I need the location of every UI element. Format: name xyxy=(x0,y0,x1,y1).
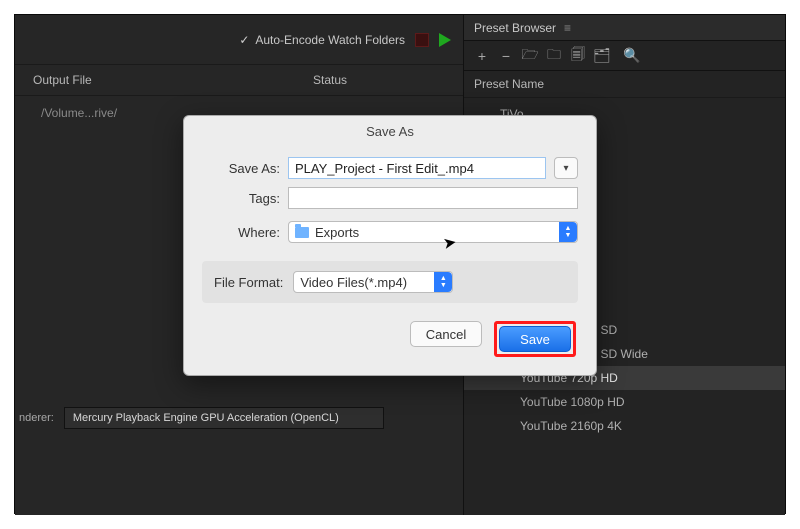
save-button[interactable]: Save xyxy=(499,326,571,352)
renderer-label: nderer: xyxy=(19,412,54,424)
save-as-dialog: Save As Save As: ▾ Tags: Where: Exports … xyxy=(183,115,597,376)
queue-toolbar: ✓ Auto-Encode Watch Folders xyxy=(15,15,465,65)
stepper-arrows-icon: ▲▼ xyxy=(559,222,577,242)
where-label: Where: xyxy=(202,225,280,240)
auto-encode-label: Auto-Encode Watch Folders xyxy=(255,33,405,47)
file-format-bar: File Format: Video Files(*.mp4) ▲▼ xyxy=(202,261,578,303)
preset-browser-title-text: Preset Browser xyxy=(474,21,556,35)
checkmark-icon: ✓ xyxy=(239,33,249,47)
renderer-row: nderer: Mercury Playback Engine GPU Acce… xyxy=(15,403,465,433)
preset-name-header: Preset Name xyxy=(464,71,785,98)
where-select[interactable]: Exports ▲▼ xyxy=(288,221,578,243)
cancel-button[interactable]: Cancel xyxy=(410,321,482,347)
history-dropdown-button[interactable]: ▾ xyxy=(554,157,578,179)
preset-item[interactable]: YouTube 1080p HD xyxy=(464,390,785,414)
stepper-arrows-icon: ▲▼ xyxy=(434,272,452,292)
file-format-select[interactable]: Video Files(*.mp4) ▲▼ xyxy=(293,271,453,293)
col-output-file: Output File xyxy=(33,73,313,87)
panel-menu-icon[interactable]: ≡ xyxy=(564,21,570,35)
remove-icon[interactable]: − xyxy=(498,48,514,64)
export-icon[interactable]: 🗐 xyxy=(570,48,586,64)
auto-encode-toggle[interactable]: ✓ Auto-Encode Watch Folders xyxy=(239,33,405,47)
file-format-label: File Format: xyxy=(214,275,283,290)
col-status: Status xyxy=(313,73,465,87)
preset-toolbar: + − 🗁 🗀 🗐 🗂 🔍 xyxy=(464,41,785,71)
add-icon[interactable]: + xyxy=(474,48,490,64)
dialog-title: Save As xyxy=(184,116,596,153)
settings-icon[interactable]: 🗂 xyxy=(594,48,610,64)
import-icon[interactable]: 🗀 xyxy=(546,48,562,64)
chevron-down-icon: ▾ xyxy=(563,163,568,174)
save-button-highlight: Save xyxy=(494,321,576,357)
tags-label: Tags: xyxy=(202,191,280,206)
filename-input[interactable] xyxy=(288,157,546,179)
stop-icon[interactable] xyxy=(415,33,429,47)
where-value: Exports xyxy=(315,225,359,240)
file-format-value: Video Files(*.mp4) xyxy=(300,275,407,290)
tags-input[interactable] xyxy=(288,187,578,209)
preset-browser-title: Preset Browser ≡ xyxy=(464,15,785,41)
new-folder-icon[interactable]: 🗁 xyxy=(522,48,538,64)
folder-icon xyxy=(295,227,309,238)
queue-columns: Output File Status xyxy=(15,65,465,96)
play-icon[interactable] xyxy=(439,33,451,47)
search-icon[interactable]: 🔍 xyxy=(624,48,640,64)
preset-item[interactable]: YouTube 2160p 4K xyxy=(464,414,785,438)
renderer-select[interactable]: Mercury Playback Engine GPU Acceleration… xyxy=(64,407,384,429)
save-as-label: Save As: xyxy=(202,161,280,176)
